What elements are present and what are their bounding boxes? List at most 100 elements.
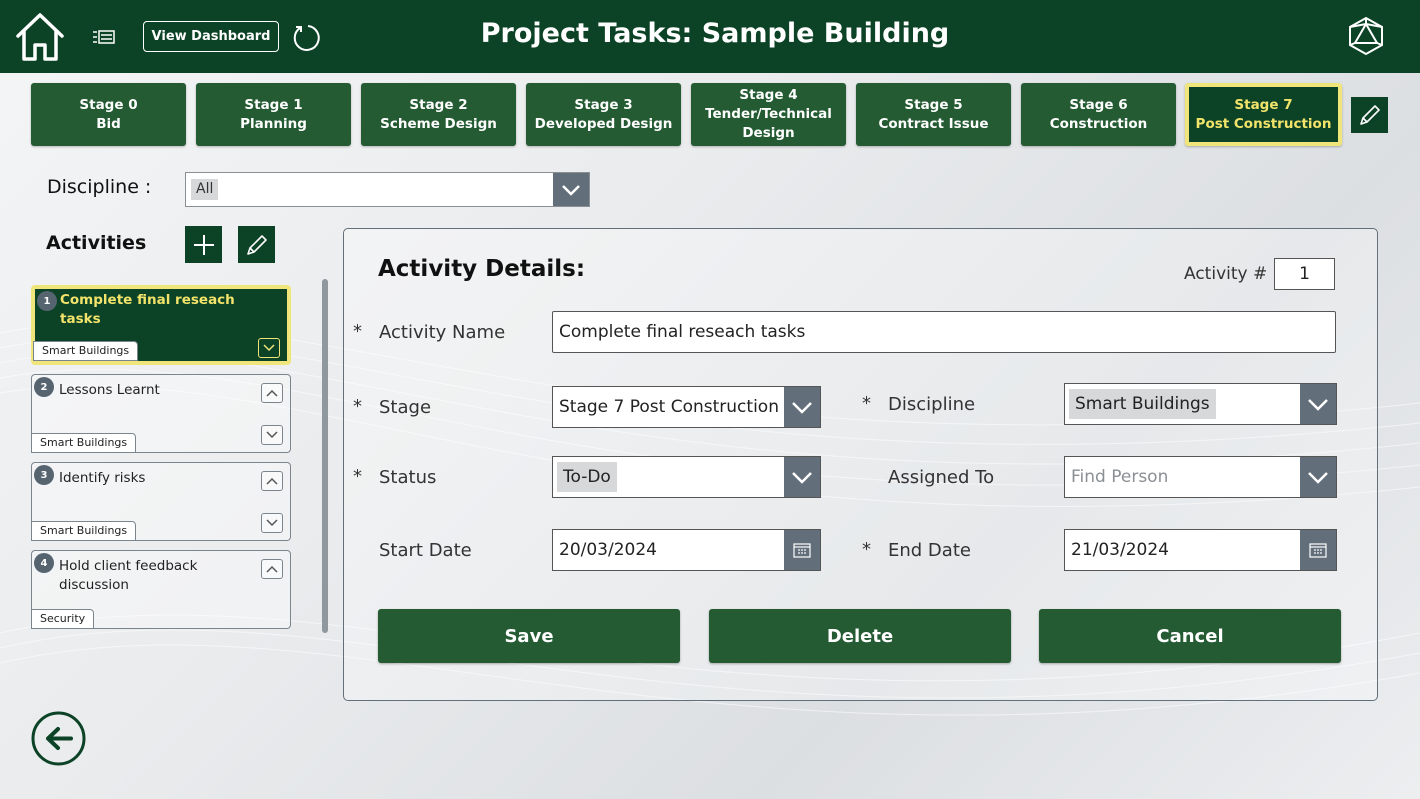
page-title: Project Tasks: Sample Building	[480, 18, 950, 49]
chevron-up-icon[interactable]	[261, 383, 283, 403]
stage-label: Stage 3	[574, 96, 633, 113]
start-date-label: Start Date	[379, 540, 472, 561]
stage-label: Stage 7	[1234, 96, 1293, 113]
discipline-filter-value: All	[191, 179, 219, 200]
status-value: To-Do	[557, 462, 617, 492]
chevron-up-icon[interactable]	[261, 559, 283, 579]
stage-0-button[interactable]: Stage 0 Bid	[31, 83, 186, 146]
stage-5-button[interactable]: Stage 5 Contract Issue	[856, 83, 1011, 146]
discipline-filter-dropdown[interactable]: All	[185, 172, 590, 207]
stage-label: Stage 1	[244, 96, 303, 113]
discipline-tag: Smart Buildings	[33, 341, 139, 361]
activity-title: Complete final reseach tasks	[60, 292, 235, 327]
pencil-icon	[1359, 105, 1380, 125]
stage-name: Developed Design	[534, 115, 673, 132]
activity-card[interactable]: 3 Identify risks Smart Buildings	[31, 462, 291, 541]
required-marker: *	[353, 321, 362, 342]
chevron-down-icon[interactable]	[784, 387, 820, 427]
activity-number-field[interactable]: 1	[1274, 258, 1335, 290]
chevron-down-icon[interactable]	[553, 173, 589, 206]
edit-stages-button[interactable]	[1351, 97, 1388, 133]
activity-number-badge: 1	[37, 291, 57, 311]
stage-dropdown[interactable]: Stage 7 Post Construction	[552, 386, 821, 428]
assigned-to-placeholder: Find Person	[1071, 467, 1169, 487]
app-header: View Dashboard Project Tasks: Sample Bui…	[0, 0, 1420, 73]
discipline-tag: Security	[31, 609, 95, 629]
stage-name: Contract Issue	[878, 115, 989, 132]
calendar-icon[interactable]	[784, 530, 820, 570]
calendar-icon[interactable]	[1300, 530, 1336, 570]
stage-6-button[interactable]: Stage 6 Construction	[1021, 83, 1176, 146]
end-date-value: 21/03/2024	[1071, 540, 1169, 560]
discipline-tag: Smart Buildings	[31, 521, 137, 541]
activity-number-label: Activity #	[1184, 264, 1268, 284]
required-marker: *	[353, 396, 362, 417]
refresh-icon[interactable]	[290, 22, 322, 54]
activity-details-title: Activity Details:	[378, 256, 586, 282]
assigned-to-label: Assigned To	[888, 467, 995, 488]
stage-value: Stage 7 Post Construction	[559, 397, 779, 417]
status-label: Status	[379, 467, 437, 488]
stage-name: Scheme Design	[380, 115, 497, 132]
activity-number-badge: 2	[34, 377, 54, 397]
activity-title: Identify risks	[59, 470, 146, 486]
activity-card[interactable]: 1 Complete final reseach tasks Smart Bui…	[31, 285, 291, 365]
stage-4-button[interactable]: Stage 4 Tender/Technical Design	[691, 83, 846, 146]
logo-icon	[1349, 16, 1383, 56]
pencil-icon	[246, 234, 267, 255]
stage-label: Stage 6	[1069, 96, 1128, 113]
stage-label: Stage 0	[79, 96, 138, 113]
activity-name-label: Activity Name	[379, 322, 506, 343]
home-icon[interactable]	[14, 12, 66, 62]
stage-name: Post Construction	[1195, 115, 1332, 132]
chevron-down-icon[interactable]	[258, 338, 280, 358]
required-marker: *	[353, 466, 362, 487]
stage-label: Stage 5	[904, 96, 963, 113]
stage-7-button[interactable]: Stage 7 Post Construction	[1185, 83, 1342, 146]
chevron-down-icon[interactable]	[784, 457, 820, 497]
stage-name-cont: Design	[742, 125, 795, 141]
chevron-down-icon[interactable]	[261, 513, 283, 533]
status-dropdown[interactable]: To-Do	[552, 456, 821, 498]
activity-name-input[interactable]: Complete final reseach tasks	[552, 311, 1336, 353]
view-dashboard-button[interactable]: View Dashboard	[143, 21, 279, 52]
chevron-down-icon[interactable]	[261, 425, 283, 445]
stage-name: Planning	[240, 115, 307, 132]
discipline-label: Discipline	[888, 394, 976, 415]
list-menu-icon[interactable]	[92, 28, 116, 46]
add-activity-button[interactable]	[185, 226, 222, 263]
activity-number-badge: 4	[34, 553, 54, 573]
end-date-picker[interactable]: 21/03/2024	[1064, 529, 1337, 571]
chevron-up-icon[interactable]	[261, 471, 283, 491]
activity-card[interactable]: 4 Hold client feedback discussion Securi…	[31, 550, 291, 629]
discipline-value: Smart Buildings	[1069, 389, 1216, 419]
cancel-button[interactable]: Cancel	[1039, 609, 1341, 663]
required-marker: *	[862, 393, 871, 414]
chevron-down-icon[interactable]	[1300, 384, 1336, 424]
required-marker: *	[862, 539, 871, 560]
stage-1-button[interactable]: Stage 1 Planning	[196, 83, 351, 146]
chevron-down-icon[interactable]	[1300, 457, 1336, 497]
plus-icon	[193, 234, 214, 255]
stage-name: Construction	[1049, 115, 1148, 132]
stage-3-button[interactable]: Stage 3 Developed Design	[526, 83, 681, 146]
stage-2-button[interactable]: Stage 2 Scheme Design	[361, 83, 516, 146]
discipline-tag: Smart Buildings	[31, 433, 137, 453]
activities-scrollbar[interactable]	[322, 279, 328, 633]
start-date-value: 20/03/2024	[559, 540, 657, 560]
activity-number-badge: 3	[34, 465, 54, 485]
back-arrow-icon[interactable]	[31, 711, 86, 766]
activity-card[interactable]: 2 Lessons Learnt Smart Buildings	[31, 374, 291, 453]
discipline-dropdown[interactable]: Smart Buildings	[1064, 383, 1337, 425]
stage-name: Tender/Technical	[705, 106, 832, 122]
delete-button[interactable]: Delete	[709, 609, 1011, 663]
end-date-label: End Date	[888, 540, 971, 561]
activity-title: Hold client feedback discussion	[59, 558, 198, 593]
discipline-filter-label: Discipline :	[47, 176, 152, 198]
edit-activity-button[interactable]	[238, 226, 275, 263]
start-date-picker[interactable]: 20/03/2024	[552, 529, 821, 571]
assigned-to-dropdown[interactable]: Find Person	[1064, 456, 1337, 498]
save-button[interactable]: Save	[378, 609, 680, 663]
stage-name: Bid	[96, 115, 121, 132]
stage-label: Stage	[379, 397, 432, 418]
